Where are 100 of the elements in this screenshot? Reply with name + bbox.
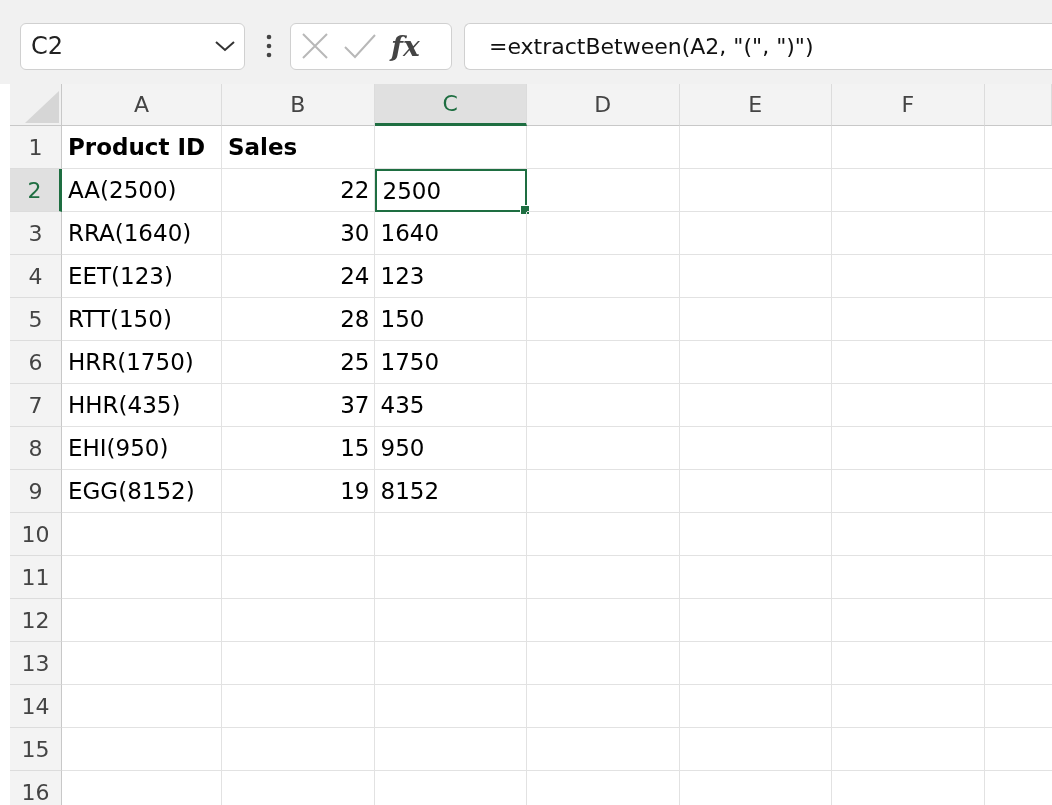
table-cell[interactable]: 25 bbox=[222, 341, 375, 384]
table-cell[interactable] bbox=[222, 599, 375, 642]
table-cell[interactable]: 28 bbox=[222, 298, 375, 341]
checkmark-icon[interactable] bbox=[343, 33, 377, 59]
table-cell[interactable] bbox=[527, 599, 680, 642]
table-cell[interactable]: 950 bbox=[374, 427, 527, 470]
table-cell[interactable] bbox=[527, 341, 680, 384]
table-cell[interactable] bbox=[527, 728, 680, 771]
table-cell[interactable]: 2500 bbox=[374, 169, 527, 212]
table-cell[interactable]: 22 bbox=[222, 169, 375, 212]
table-cell[interactable] bbox=[527, 513, 680, 556]
row-header[interactable]: 15 bbox=[10, 728, 62, 771]
table-cell[interactable] bbox=[527, 642, 680, 685]
table-cell[interactable] bbox=[527, 685, 680, 728]
table-cell[interactable] bbox=[527, 384, 680, 427]
table-cell[interactable] bbox=[832, 685, 985, 728]
table-cell[interactable]: 150 bbox=[374, 298, 527, 341]
row-header[interactable]: 10 bbox=[10, 513, 62, 556]
table-cell[interactable] bbox=[832, 513, 985, 556]
table-cell[interactable]: 1640 bbox=[374, 212, 527, 255]
table-cell[interactable] bbox=[679, 513, 832, 556]
table-cell[interactable] bbox=[679, 169, 832, 212]
row-header[interactable]: 9 bbox=[10, 470, 62, 513]
table-cell[interactable] bbox=[374, 599, 527, 642]
table-cell[interactable]: AA(2500) bbox=[62, 169, 222, 212]
table-cell[interactable]: 1750 bbox=[374, 341, 527, 384]
table-cell[interactable] bbox=[222, 556, 375, 599]
table-cell[interactable] bbox=[679, 685, 832, 728]
column-header[interactable]: F bbox=[832, 84, 985, 126]
table-cell[interactable]: 19 bbox=[222, 470, 375, 513]
column-header[interactable]: E bbox=[679, 84, 832, 126]
table-cell[interactable] bbox=[679, 255, 832, 298]
cancel-icon[interactable] bbox=[301, 32, 329, 60]
table-cell[interactable] bbox=[62, 642, 222, 685]
table-cell[interactable]: EET(123) bbox=[62, 255, 222, 298]
table-cell[interactable]: 15 bbox=[222, 427, 375, 470]
table-cell[interactable] bbox=[527, 427, 680, 470]
table-cell[interactable] bbox=[832, 470, 985, 513]
table-cell[interactable] bbox=[527, 169, 680, 212]
table-cell[interactable] bbox=[62, 728, 222, 771]
column-header[interactable]: B bbox=[222, 84, 375, 126]
table-cell[interactable]: Sales bbox=[222, 126, 375, 169]
table-cell[interactable] bbox=[832, 599, 985, 642]
table-cell[interactable] bbox=[679, 341, 832, 384]
table-cell[interactable]: 30 bbox=[222, 212, 375, 255]
table-cell[interactable] bbox=[679, 126, 832, 169]
table-cell[interactable]: RRA(1640) bbox=[62, 212, 222, 255]
row-header[interactable]: 5 bbox=[10, 298, 62, 341]
formula-field[interactable]: =extractBetween(A2, "(", ")") bbox=[464, 22, 1052, 70]
fill-handle[interactable] bbox=[520, 205, 530, 215]
table-cell[interactable] bbox=[62, 556, 222, 599]
table-cell[interactable] bbox=[222, 642, 375, 685]
table-cell[interactable] bbox=[679, 427, 832, 470]
table-cell[interactable] bbox=[62, 599, 222, 642]
row-header[interactable]: 14 bbox=[10, 685, 62, 728]
row-header[interactable]: 11 bbox=[10, 556, 62, 599]
table-cell[interactable] bbox=[679, 642, 832, 685]
table-cell[interactable]: 435 bbox=[374, 384, 527, 427]
table-cell[interactable]: Product ID bbox=[62, 126, 222, 169]
table-cell[interactable] bbox=[679, 212, 832, 255]
table-cell[interactable] bbox=[679, 599, 832, 642]
table-cell[interactable] bbox=[222, 728, 375, 771]
table-cell[interactable] bbox=[374, 513, 527, 556]
row-header[interactable]: 3 bbox=[10, 212, 62, 255]
table-cell[interactable]: 8152 bbox=[374, 470, 527, 513]
table-cell[interactable] bbox=[374, 642, 527, 685]
table-cell[interactable] bbox=[527, 255, 680, 298]
row-header[interactable]: 2 bbox=[10, 169, 62, 212]
row-header[interactable]: 13 bbox=[10, 642, 62, 685]
table-cell[interactable] bbox=[527, 556, 680, 599]
table-cell[interactable] bbox=[832, 427, 985, 470]
row-header[interactable]: 1 bbox=[10, 126, 62, 169]
table-cell[interactable] bbox=[527, 212, 680, 255]
table-cell[interactable] bbox=[832, 298, 985, 341]
table-cell[interactable] bbox=[374, 685, 527, 728]
table-cell[interactable] bbox=[832, 255, 985, 298]
column-header[interactable]: A bbox=[62, 84, 222, 126]
row-header[interactable]: 4 bbox=[10, 255, 62, 298]
table-cell[interactable] bbox=[832, 384, 985, 427]
table-cell[interactable] bbox=[222, 513, 375, 556]
table-cell[interactable] bbox=[832, 126, 985, 169]
chevron-down-icon[interactable] bbox=[214, 40, 236, 52]
row-header[interactable]: 7 bbox=[10, 384, 62, 427]
table-cell[interactable] bbox=[832, 341, 985, 384]
table-cell[interactable]: EGG(8152) bbox=[62, 470, 222, 513]
table-cell[interactable] bbox=[222, 685, 375, 728]
table-cell[interactable] bbox=[832, 728, 985, 771]
row-header[interactable]: 6 bbox=[10, 341, 62, 384]
row-header[interactable]: 12 bbox=[10, 599, 62, 642]
table-cell[interactable]: EHI(950) bbox=[62, 427, 222, 470]
table-cell[interactable] bbox=[832, 212, 985, 255]
name-box[interactable]: C2 bbox=[20, 22, 245, 70]
row-header[interactable]: 8 bbox=[10, 427, 62, 470]
table-cell[interactable]: HHR(435) bbox=[62, 384, 222, 427]
table-cell[interactable] bbox=[679, 556, 832, 599]
table-cell[interactable] bbox=[527, 126, 680, 169]
table-cell[interactable]: 37 bbox=[222, 384, 375, 427]
table-cell[interactable] bbox=[832, 642, 985, 685]
table-cell[interactable]: HRR(1750) bbox=[62, 341, 222, 384]
table-cell[interactable] bbox=[832, 556, 985, 599]
